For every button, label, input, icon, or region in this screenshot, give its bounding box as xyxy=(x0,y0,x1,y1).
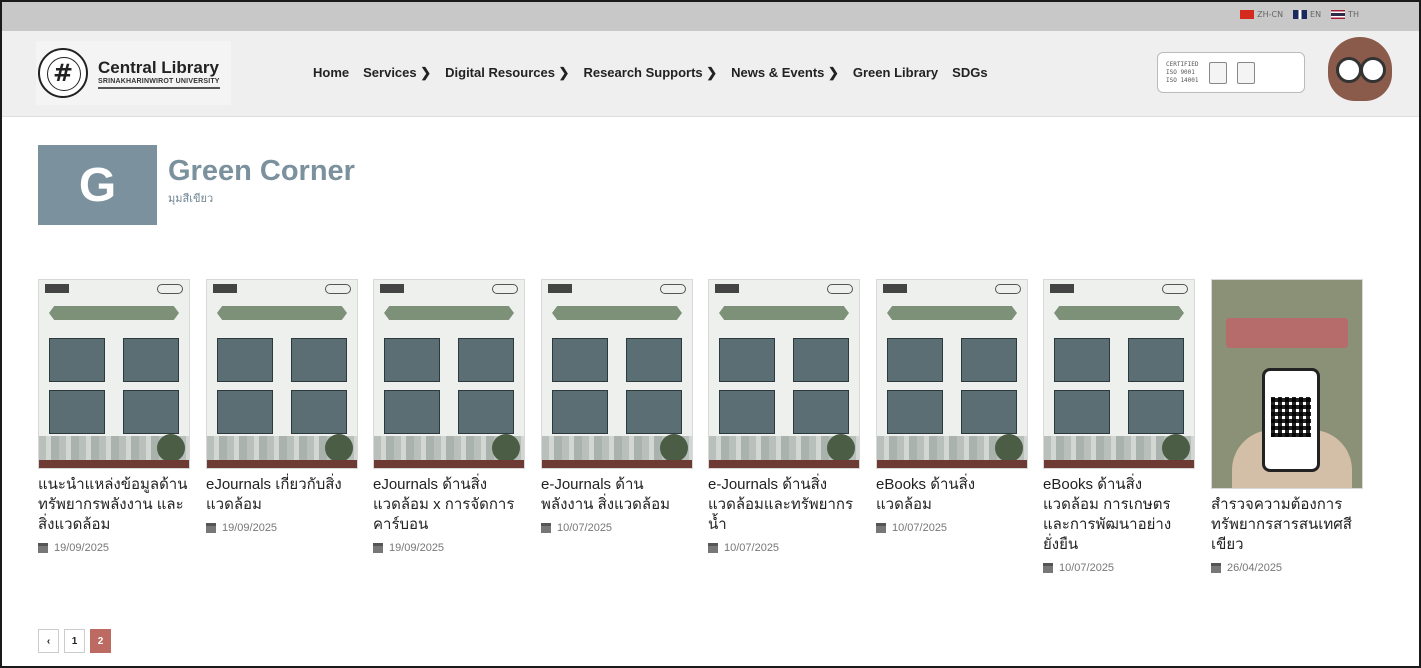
page-button-1[interactable]: 1 xyxy=(64,629,85,653)
post-card[interactable]: แนะนำแหล่งข้อมูลด้านทรัพยากรพลังงาน และส… xyxy=(38,279,190,554)
site-header: Central Library SRINAKHARINWIROT UNIVERS… xyxy=(2,31,1419,117)
post-card[interactable]: eBooks ด้านสิ่งแวดล้อม การเกษตรและการพัฒ… xyxy=(1043,279,1195,574)
post-card[interactable]: สำรวจความต้องการทรัพยากรสารสนเทศสีเขียว … xyxy=(1211,279,1363,574)
post-title[interactable]: e-Journals ด้านสิ่งแวดล้อมและทรัพยากรน้ำ xyxy=(708,475,860,535)
post-thumbnail[interactable] xyxy=(876,279,1028,469)
language-switcher: ZH-CN EN TH xyxy=(1240,10,1359,19)
browser-page: ZH-CN EN TH Central Library SRINAKHARINW… xyxy=(0,0,1421,668)
post-thumbnail[interactable] xyxy=(1211,279,1363,489)
post-card[interactable]: eBooks ด้านสิ่งแวดล้อม 10/07/2025 xyxy=(876,279,1028,534)
post-card[interactable]: eJournals เกี่ยวกับสิ่งแวดล้อม 19/09/202… xyxy=(206,279,358,534)
post-thumbnail[interactable] xyxy=(38,279,190,469)
lang-label: ZH-CN xyxy=(1257,10,1284,19)
nav-digital-resources[interactable]: Digital Resources ❯ xyxy=(445,65,569,81)
page-heading: G Green Corner มุมสีเขียว xyxy=(38,145,355,225)
uk-flag-icon xyxy=(1293,10,1308,19)
main-nav: Home Services ❯ Digital Resources ❯ Rese… xyxy=(313,65,988,81)
certification-mark-icon xyxy=(1208,61,1227,84)
post-title[interactable]: แนะนำแหล่งข้อมูลด้านทรัพยากรพลังงาน และส… xyxy=(38,475,190,535)
iso-certified-badge: CERTIFIED ISO 9001 ISO 14001 xyxy=(1157,52,1305,93)
post-title[interactable]: eJournals เกี่ยวกับสิ่งแวดล้อม xyxy=(206,475,358,515)
cert-line: CERTIFIED xyxy=(1166,60,1199,68)
post-card[interactable]: e-Journals ด้านพลังงาน สิ่งแวดล้อม 10/07… xyxy=(541,279,693,534)
calendar-icon xyxy=(876,523,886,533)
logo-title: Central Library xyxy=(98,57,219,77)
post-date: 19/09/2025 xyxy=(222,522,278,534)
qr-code-icon xyxy=(1271,397,1311,437)
category-letter-box: G xyxy=(38,145,157,225)
page-title: Green Corner xyxy=(168,155,355,187)
calendar-icon xyxy=(708,543,718,553)
post-card[interactable]: eJournals ด้านสิ่งแวดล้อม x การจัดการคาร… xyxy=(373,279,525,554)
top-bar: ZH-CN EN TH xyxy=(2,2,1419,31)
calendar-icon xyxy=(1211,563,1221,573)
calendar-icon xyxy=(541,523,551,533)
lang-en[interactable]: EN xyxy=(1293,10,1321,19)
post-title[interactable]: สำรวจความต้องการทรัพยากรสารสนเทศสีเขียว xyxy=(1211,495,1363,555)
post-date: 19/09/2025 xyxy=(54,542,110,554)
post-date: 10/07/2025 xyxy=(1059,562,1115,574)
post-card[interactable]: e-Journals ด้านสิ่งแวดล้อมและทรัพยากรน้ำ… xyxy=(708,279,860,554)
page-button-2-current[interactable]: 2 xyxy=(90,629,111,653)
owl-mascot-icon xyxy=(1328,37,1392,101)
post-thumbnail[interactable] xyxy=(1043,279,1195,469)
post-thumbnail[interactable] xyxy=(708,279,860,469)
calendar-icon xyxy=(38,543,48,553)
nav-green-library[interactable]: Green Library xyxy=(853,65,938,81)
prev-page-button[interactable]: ‹ xyxy=(38,629,59,653)
post-date: 10/07/2025 xyxy=(557,522,613,534)
china-flag-icon xyxy=(1240,10,1255,19)
post-title[interactable]: eBooks ด้านสิ่งแวดล้อม การเกษตรและการพัฒ… xyxy=(1043,475,1195,555)
lang-zh-cn[interactable]: ZH-CN xyxy=(1240,10,1283,19)
cert-line: ISO 9001 xyxy=(1166,68,1195,76)
nav-research-supports[interactable]: Research Supports ❯ xyxy=(583,65,717,81)
post-date: 19/09/2025 xyxy=(389,542,445,554)
post-date: 10/07/2025 xyxy=(892,522,948,534)
post-date: 26/04/2025 xyxy=(1227,562,1283,574)
certification-mark-icon xyxy=(1236,61,1255,84)
nav-services[interactable]: Services ❯ xyxy=(363,65,431,81)
post-thumbnail[interactable] xyxy=(541,279,693,469)
calendar-icon xyxy=(206,523,216,533)
lang-th[interactable]: TH xyxy=(1331,10,1359,19)
lang-label: EN xyxy=(1310,10,1322,19)
thai-flag-icon xyxy=(1331,10,1346,19)
post-thumbnail[interactable] xyxy=(206,279,358,469)
post-title[interactable]: eBooks ด้านสิ่งแวดล้อม xyxy=(876,475,1028,515)
university-seal-icon xyxy=(38,48,88,98)
nav-sdgs[interactable]: SDGs xyxy=(952,65,987,81)
nav-home[interactable]: Home xyxy=(313,65,349,81)
post-title[interactable]: eJournals ด้านสิ่งแวดล้อม x การจัดการคาร… xyxy=(373,475,525,535)
post-date: 10/07/2025 xyxy=(724,542,780,554)
logo-subtitle: SRINAKHARINWIROT UNIVERSITY xyxy=(98,78,220,89)
lang-label: TH xyxy=(1348,10,1359,19)
calendar-icon xyxy=(373,543,383,553)
calendar-icon xyxy=(1043,563,1053,573)
cert-line: ISO 14001 xyxy=(1166,76,1199,84)
pagination: ‹ 1 2 xyxy=(38,629,111,653)
library-logo[interactable]: Central Library SRINAKHARINWIROT UNIVERS… xyxy=(36,41,231,105)
page-subtitle: มุมสีเขียว xyxy=(168,192,214,205)
nav-news-events[interactable]: News & Events ❯ xyxy=(731,65,839,81)
post-title[interactable]: e-Journals ด้านพลังงาน สิ่งแวดล้อม xyxy=(541,475,693,515)
post-thumbnail[interactable] xyxy=(373,279,525,469)
